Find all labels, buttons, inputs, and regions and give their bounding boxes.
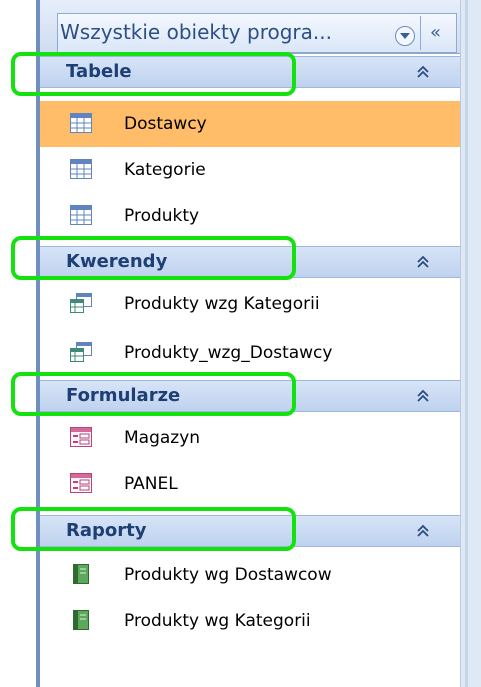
nav-item-label: Magazyn	[124, 428, 201, 448]
table-icon	[70, 205, 92, 225]
form-icon	[70, 473, 92, 493]
query-icon	[70, 293, 92, 313]
nav-item-kategorie[interactable]: Kategorie	[40, 147, 460, 193]
nav-item-produkty-wzg-dostawcy[interactable]: Produkty_wzg_Dostawcy	[40, 330, 460, 376]
nav-item-produkty-wg-dostawcow[interactable]: Produkty wg Dostawcow	[40, 552, 460, 598]
navigation-pane-header: Wszystkie obiekty progra... «	[40, 0, 460, 54]
form-icon	[70, 427, 92, 447]
nav-item-panel[interactable]: PANEL	[40, 461, 460, 507]
table-icon	[70, 113, 92, 133]
chevron-up-icon[interactable]	[416, 255, 430, 269]
nav-item-label: Produkty wg Dostawcow	[124, 565, 332, 585]
header-divider	[420, 16, 421, 50]
chevron-up-icon[interactable]	[416, 65, 430, 79]
table-icon	[70, 159, 92, 179]
nav-item-label: Produkty_wzg_Dostawcy	[124, 343, 333, 363]
nav-item-produkty-wzg-kategorii[interactable]: Produkty wzg Kategorii	[40, 281, 460, 327]
nav-item-label: Dostawcy	[124, 114, 207, 134]
highlight-box	[11, 372, 296, 416]
collapse-pane-button[interactable]: «	[430, 20, 450, 46]
nav-item-label: Produkty wg Kategorii	[124, 611, 311, 631]
category-selector-label: Wszystkie obiekty progra...	[60, 20, 332, 44]
nav-item-label: Produkty wzg Kategorii	[124, 294, 320, 314]
chevron-down-icon[interactable]	[395, 26, 415, 46]
chevron-up-icon[interactable]	[416, 524, 430, 538]
highlight-box	[11, 52, 296, 96]
nav-item-produkty[interactable]: Produkty	[40, 193, 460, 239]
nav-item-label: Produkty	[124, 206, 200, 226]
query-icon	[70, 342, 92, 362]
chevron-up-icon[interactable]	[416, 389, 430, 403]
nav-item-label: PANEL	[124, 474, 178, 494]
pane-right-border	[460, 0, 481, 687]
nav-item-produkty-wg-kategorii[interactable]: Produkty wg Kategorii	[40, 598, 460, 644]
nav-item-label: Kategorie	[124, 160, 206, 180]
report-icon	[73, 564, 89, 584]
report-icon	[73, 610, 89, 630]
highlight-box	[11, 507, 296, 551]
nav-item-magazyn[interactable]: Magazyn	[40, 415, 460, 461]
navigation-pane: Wszystkie obiekty progra... « Tabele Dos…	[40, 0, 460, 687]
nav-item-dostawcy[interactable]: Dostawcy	[40, 101, 460, 147]
highlight-box	[11, 236, 296, 280]
